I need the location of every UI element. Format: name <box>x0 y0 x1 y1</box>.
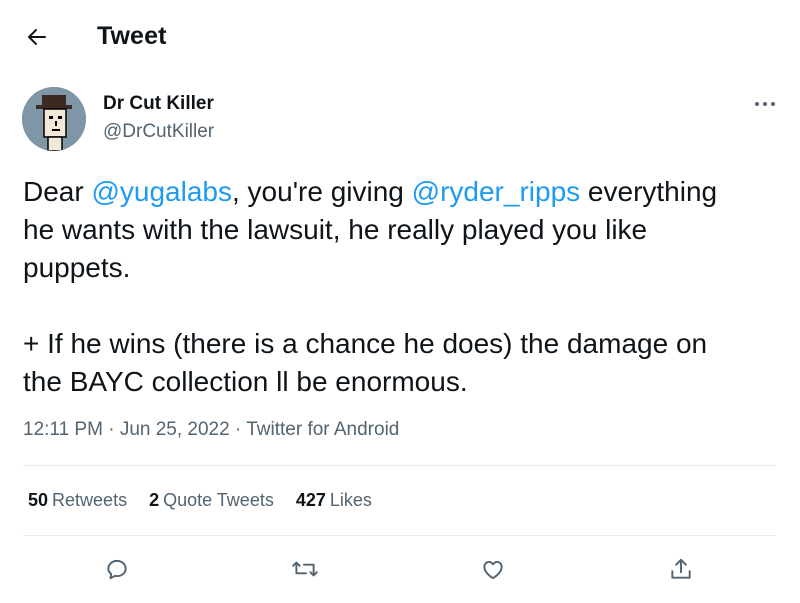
author-handle[interactable]: @DrCutKiller <box>103 121 214 143</box>
meta-separator: · <box>108 419 115 440</box>
divider <box>23 465 776 466</box>
divider <box>23 535 776 536</box>
page-title: Tweet <box>97 22 167 50</box>
tweet-date[interactable]: Jun 25, 2022 <box>120 419 230 440</box>
tweet-meta: 12:11 PM · Jun 25, 2022 · Twitter for An… <box>23 419 399 441</box>
avatar[interactable] <box>22 87 86 151</box>
likes-count: 427 <box>295 490 326 510</box>
engagement-stats: 50 Retweets 2 Quote Tweets 427 Likes <box>28 490 394 511</box>
heart-icon <box>483 560 503 580</box>
mention-link-yugalabs[interactable]: @yugalabs <box>91 176 232 207</box>
retweet-button[interactable] <box>288 552 322 586</box>
tweet-text: Dear @yugalabs, you're giving @ryder_rip… <box>23 173 783 401</box>
retweet-icon <box>292 561 318 577</box>
more-options-button[interactable] <box>748 92 782 116</box>
tweet-source[interactable]: Twitter for Android <box>246 419 399 440</box>
quote-tweets-stat[interactable]: 2 Quote Tweets <box>149 490 274 511</box>
mention-link-ryder-ripps[interactable]: @ryder_ripps <box>412 176 580 207</box>
reply-icon <box>107 559 127 580</box>
tweet-text-segment: everything he wants with the lawsuit, he… <box>23 176 718 397</box>
tweet-text-segment: Dear <box>23 176 92 207</box>
pixel-punk-avatar-icon <box>22 87 86 151</box>
tweet-text-segment: , you're giving <box>231 176 412 207</box>
share-button[interactable] <box>664 552 698 586</box>
likes-stat[interactable]: 427 Likes <box>296 490 372 511</box>
arrow-left-icon <box>28 29 46 45</box>
reply-button[interactable] <box>100 552 134 586</box>
likes-label: Likes <box>329 490 372 510</box>
quote-tweets-count: 2 <box>149 490 160 510</box>
retweets-label: Retweets <box>52 490 128 510</box>
author-display-name[interactable]: Dr Cut Killer <box>103 93 214 115</box>
share-icon <box>671 558 691 579</box>
retweets-count: 50 <box>28 490 49 510</box>
quote-tweets-label: Quote Tweets <box>163 490 274 510</box>
header: Tweet <box>0 0 800 72</box>
more-dots-icon <box>755 102 775 106</box>
meta-separator: · <box>234 419 242 440</box>
like-button[interactable] <box>476 552 510 586</box>
back-button[interactable] <box>22 22 52 52</box>
retweets-stat[interactable]: 50 Retweets <box>28 490 127 511</box>
tweet-time[interactable]: 12:11 PM <box>23 419 103 440</box>
